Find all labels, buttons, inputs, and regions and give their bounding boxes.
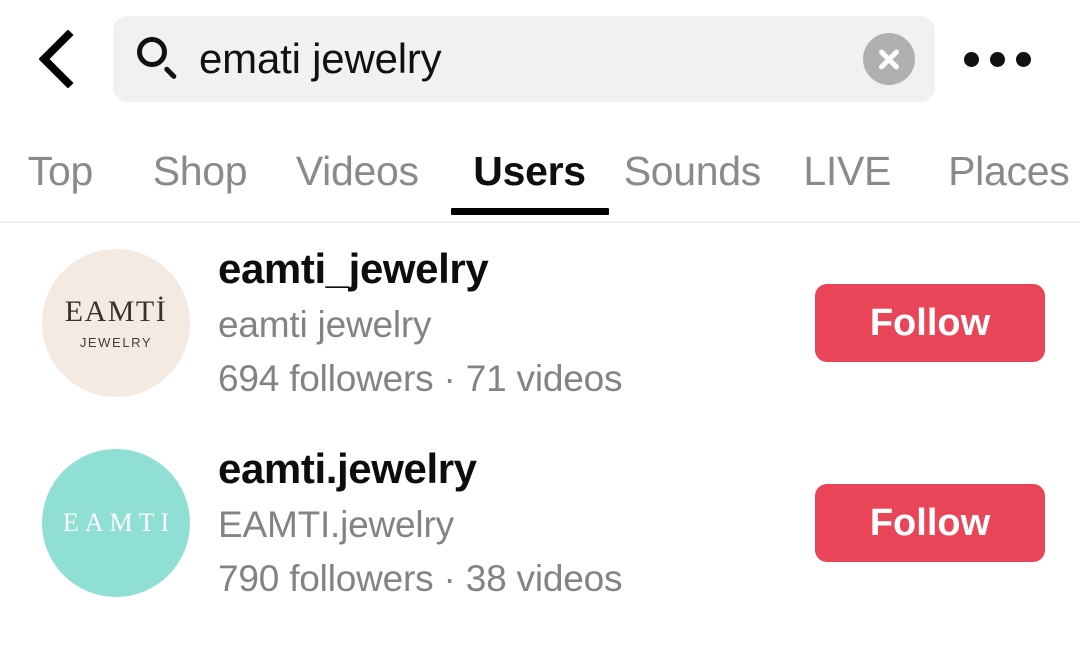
user-info: eamti_jewelry eamti jewelry 694 follower… (218, 243, 622, 402)
username: eamti.jewelry (218, 445, 477, 493)
search-header: emati jewelry (0, 0, 1080, 118)
tab-top[interactable]: Top (26, 118, 95, 222)
tab-label: LIVE (803, 148, 892, 194)
user-stats: 790 followers · 38 videos (218, 557, 623, 599)
tab-underline (450, 208, 609, 215)
back-button[interactable] (28, 19, 108, 99)
more-options-button[interactable] (957, 24, 1037, 94)
tab-videos[interactable]: Videos (295, 118, 419, 222)
avatar[interactable]: EAMTİ JEWELRY (42, 249, 190, 397)
chevron-left-icon (38, 29, 98, 89)
follow-button[interactable]: Follow (815, 284, 1045, 362)
tab-label: Users (473, 148, 586, 194)
search-tab-bar: Top Shop Videos Users Sounds LIVE Places (0, 118, 1080, 222)
avatar-brand-text: EAMTI (62, 508, 176, 537)
user-info: eamti.jewelry EAMTI.jewelry 790 follower… (218, 443, 622, 602)
tab-label: Top (27, 148, 94, 194)
avatar[interactable]: EAMTI (42, 449, 190, 597)
search-input-value: emati jewelry (199, 35, 442, 82)
tab-label: Sounds (623, 148, 762, 194)
avatar-brand-text: EAMTİ (64, 295, 168, 328)
username: eamti_jewelry (218, 245, 489, 293)
tab-sounds[interactable]: Sounds (623, 118, 762, 222)
list-item[interactable]: EAMTI eamti.jewelry EAMTI.jewelry 790 fo… (0, 423, 1080, 623)
tab-label: Places (948, 148, 1070, 194)
nickname: EAMTI.jewelry (218, 503, 454, 545)
search-input[interactable]: emati jewelry (113, 16, 935, 102)
tab-users[interactable]: Users (450, 118, 609, 222)
follow-button[interactable]: Follow (815, 484, 1045, 562)
tab-shop[interactable]: Shop (153, 118, 248, 222)
nickname: eamti jewelry (218, 303, 432, 345)
user-results-list: EAMTİ JEWELRY eamti_jewelry eamti jewelr… (0, 223, 1080, 623)
tab-live[interactable]: LIVE (797, 118, 898, 222)
tab-places[interactable]: Places (938, 118, 1080, 222)
tab-label: Videos (295, 148, 419, 194)
user-stats: 694 followers · 71 videos (218, 357, 623, 399)
avatar-brand-subtext: JEWELRY (79, 335, 153, 350)
tab-label: Shop (152, 148, 248, 194)
search-icon (137, 37, 181, 81)
clear-search-button[interactable] (863, 33, 915, 85)
ellipsis-icon (963, 51, 979, 67)
list-item[interactable]: EAMTİ JEWELRY eamti_jewelry eamti jewelr… (0, 223, 1080, 423)
